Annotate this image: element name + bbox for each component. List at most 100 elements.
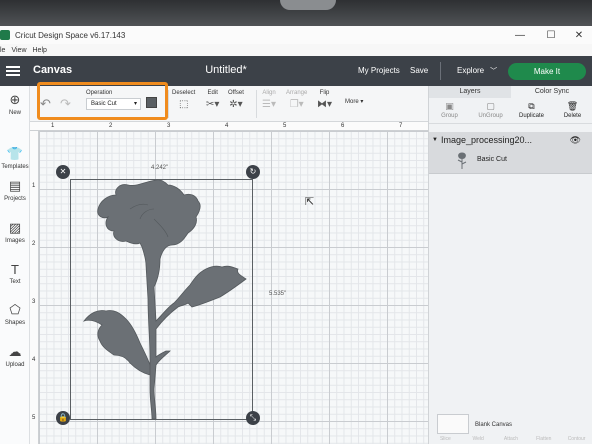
sidebar-label: Templates (1, 164, 29, 170)
delete-label: Delete (563, 113, 582, 119)
scissors-icon: ✂▾ (206, 99, 220, 110)
caret-down-icon[interactable]: ▼ (432, 132, 438, 148)
resize-handle-icon[interactable]: ⤡ (246, 411, 260, 425)
close-window-button[interactable]: ✕ (564, 26, 592, 44)
sidebar-item-upload[interactable]: ☁ Upload (0, 344, 30, 368)
document-title[interactable]: Untitled* (186, 64, 266, 76)
arrange-button[interactable]: Arrange ❐▾ (286, 90, 307, 110)
height-dimension: 5.535" (269, 291, 287, 297)
ruler-tick: 2 (109, 123, 113, 129)
duplicate-label: Duplicate (518, 113, 544, 119)
explore-label: Explore (457, 66, 485, 75)
sidebar-item-templates[interactable]: 👕 Templates (0, 146, 30, 170)
maximize-button[interactable]: ☐ (536, 26, 566, 44)
vertical-ruler: 1 2 3 4 5 (30, 131, 39, 444)
ruler-tick: 5 (32, 415, 36, 421)
menu-file[interactable]: le (0, 47, 5, 54)
group-button[interactable]: ▣ Group (429, 98, 470, 123)
make-it-button[interactable]: Make It (508, 63, 586, 80)
ruler-tick: 3 (32, 299, 36, 305)
ruler-tick: 1 (32, 183, 36, 189)
explore-menu[interactable]: Explore ﹀ (457, 66, 497, 76)
align-button[interactable]: Align ☰▾ (262, 90, 276, 110)
flip-icon: ⧓▾ (317, 99, 333, 110)
sublayer-row[interactable]: Basic Cut (429, 148, 592, 174)
duplicate-icon: ⧉ (528, 101, 535, 111)
save-link[interactable]: Save (410, 66, 428, 75)
sidebar-label: Upload (5, 362, 25, 368)
operation-highlight-box (37, 82, 168, 120)
section-title: Canvas (33, 64, 73, 76)
trash-icon: 🗑 (566, 101, 579, 111)
book-icon: ▤ (8, 178, 22, 193)
upload-icon: ☁ (8, 344, 22, 359)
panel-tabs: Layers Color Sync (429, 86, 592, 98)
window-title: Cricut Design Space v6.17.143 (15, 30, 126, 40)
sidebar-label: Images (5, 238, 25, 244)
width-dimension: 4.242" (151, 165, 169, 171)
sidebar-item-new[interactable]: ⊕ New (0, 92, 30, 116)
eye-icon[interactable]: 👁 (570, 132, 581, 148)
chevron-down-icon: ﹀ (490, 68, 498, 75)
hamburger-menu-icon[interactable] (6, 66, 20, 76)
rose-thumbnail-icon (457, 152, 467, 169)
ungroup-button[interactable]: ▢ UnGroup (470, 98, 511, 123)
my-projects-link[interactable]: My Projects (358, 66, 400, 75)
shirt-icon: 👕 (6, 146, 24, 161)
flatten-button[interactable]: Flatten (527, 436, 560, 444)
device-bezel (0, 0, 592, 26)
deselect-icon: ⬚ (178, 99, 189, 110)
layer-actions: ▣ Group ▢ UnGroup ⧉ Duplicate 🗑 Delete (429, 98, 592, 124)
more-button[interactable]: More ▾ (345, 98, 363, 108)
menu-view[interactable]: View (11, 47, 26, 54)
align-label: Align (262, 90, 276, 96)
blank-canvas-swatch[interactable] (437, 414, 469, 434)
sidebar-item-projects[interactable]: ▤ Projects (0, 178, 30, 202)
horizontal-ruler: 1 2 3 4 5 6 7 (30, 122, 428, 131)
sidebar-item-text[interactable]: T Text (0, 262, 30, 285)
ruler-tick: 4 (225, 123, 229, 129)
duplicate-button[interactable]: ⧉ Duplicate (511, 98, 552, 123)
deselect-label: Deselect (172, 90, 196, 96)
attach-button[interactable]: Attach (495, 436, 528, 444)
delete-handle-close-icon[interactable]: ✕ (56, 165, 70, 179)
blank-canvas-label: Blank Canvas (475, 422, 513, 428)
panel-footer: Slice Weld Attach Flatten Contour (429, 436, 592, 444)
sidebar-item-shapes[interactable]: ⬠ Shapes (0, 302, 30, 326)
delete-button[interactable]: 🗑 Delete (552, 98, 592, 123)
edit-button[interactable]: Edit ✂▾ (206, 90, 219, 110)
layer-group-row[interactable]: ▼ Image_processing20... 👁 (429, 132, 592, 148)
contour-button[interactable]: Contour (560, 436, 592, 444)
design-canvas[interactable]: 4.242" 5.535" ✕ ↻ 🔒 ⤡ ⇱ (39, 131, 428, 444)
minimize-button[interactable]: — (505, 26, 535, 44)
ruler-tick: 1 (51, 123, 55, 129)
ruler-tick: 7 (399, 123, 403, 129)
deselect-button[interactable]: Deselect ⬚ (172, 90, 195, 110)
ruler-tick: 5 (283, 123, 287, 129)
offset-icon: ✲▾ (229, 99, 243, 110)
lock-handle-icon[interactable]: 🔒 (56, 411, 70, 425)
tab-color-sync[interactable]: Color Sync (511, 86, 592, 98)
group-icon: ▣ (445, 101, 454, 111)
tab-layers[interactable]: Layers (429, 86, 511, 98)
slice-button[interactable]: Slice (429, 436, 462, 444)
rose-image[interactable] (70, 179, 253, 420)
sidebar-item-images[interactable]: ▨ Images (0, 220, 30, 244)
rotate-handle-icon[interactable]: ↻ (246, 165, 260, 179)
app-icon (0, 30, 10, 40)
edit-label: Edit (207, 90, 218, 96)
mouse-cursor-icon: ⇱ (305, 196, 315, 208)
flip-label: Flip (319, 90, 330, 96)
sidebar-label: Text (9, 279, 21, 285)
sidebar-label: Shapes (4, 320, 26, 326)
ungroup-label: UnGroup (478, 113, 503, 119)
offset-button[interactable]: Offset ✲▾ (228, 90, 244, 110)
ruler-tick: 6 (341, 123, 345, 129)
image-icon: ▨ (8, 220, 22, 235)
flip-button[interactable]: Flip ⧓▾ (317, 90, 332, 110)
weld-button[interactable]: Weld (462, 436, 495, 444)
menu-help[interactable]: Help (33, 47, 47, 54)
layers-panel: Layers Color Sync ▣ Group ▢ UnGroup ⧉ Dupli… (428, 86, 592, 444)
webcam (280, 0, 336, 10)
sidebar-label: New (8, 110, 21, 116)
